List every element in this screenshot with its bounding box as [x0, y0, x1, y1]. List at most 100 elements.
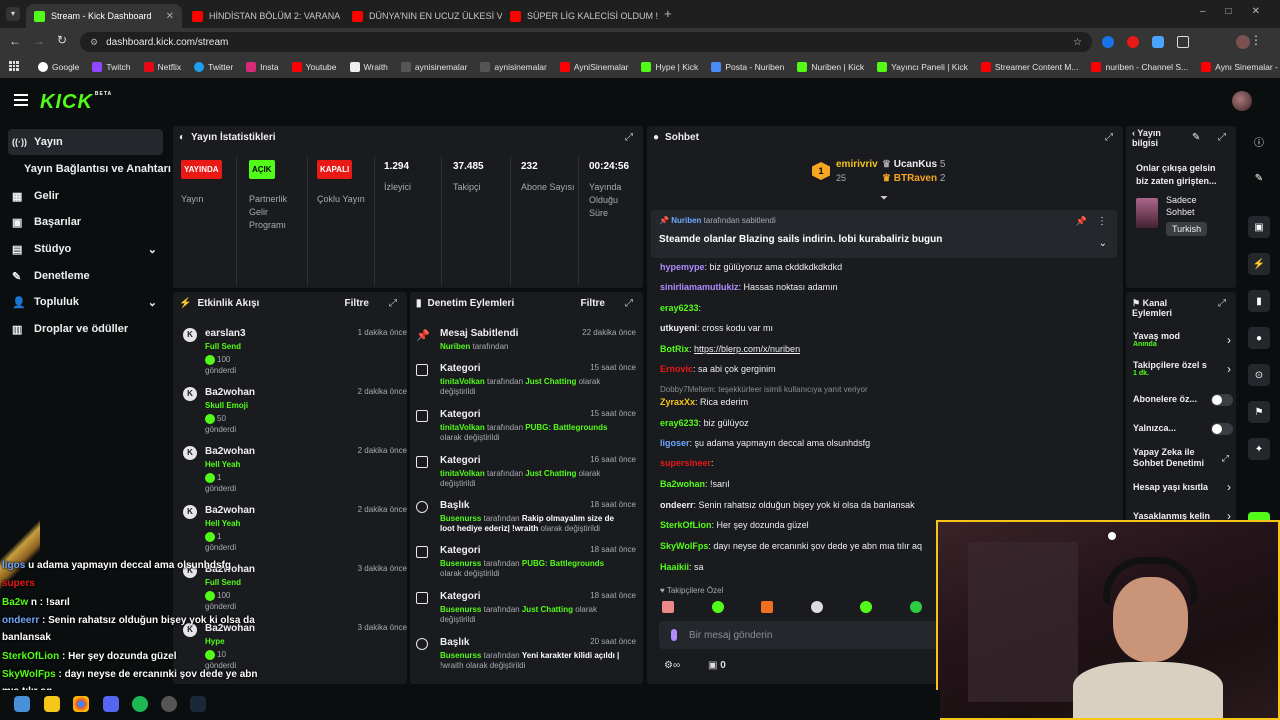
chat-username[interactable]: sinirliamamutlukiz — [660, 282, 739, 292]
bookmark[interactable]: Posta - Nuriben — [711, 62, 784, 72]
edit-icon[interactable]: ✎ — [1248, 167, 1270, 189]
edit-icon[interactable]: ✎ — [1192, 132, 1200, 143]
emote-icon[interactable] — [860, 601, 873, 613]
tab-kick-dashboard[interactable]: Stream - Kick Dashboard ✕ — [26, 4, 182, 28]
sidebar-item-gelir[interactable]: ▦ Gelir — [8, 183, 163, 209]
document-icon[interactable]: ▮ — [1248, 290, 1270, 312]
chevron-down-icon[interactable]: ⌄ — [1099, 238, 1107, 249]
filter-button[interactable]: Filtre — [345, 298, 369, 309]
expand-icon[interactable]: ⤢ — [625, 133, 635, 143]
file-explorer-icon[interactable] — [44, 696, 60, 712]
window-controls[interactable]: –□✕ — [1200, 6, 1280, 17]
bookmark[interactable]: aynisinemalar — [400, 62, 467, 72]
extension-icon[interactable] — [1127, 36, 1139, 48]
shield-icon[interactable]: ⚑ — [1248, 401, 1270, 423]
sidebar-item-basarilar[interactable]: ▣ Başarılar — [8, 209, 163, 235]
site-info-icon[interactable]: ⚙ — [90, 37, 98, 48]
sidebar-item-stream-key[interactable]: Yayın Bağlantısı ve Anahtarı — [20, 156, 175, 182]
screen-icon[interactable]: ▣ — [1248, 216, 1270, 238]
slow-mode-action[interactable]: Yavaş mod Anında › — [1133, 331, 1231, 348]
expand-icon[interactable]: ⤢ — [1218, 133, 1228, 143]
ai-moderation-action[interactable]: Yapay Zeka ile Sohbet Denetimi ⤢ — [1133, 447, 1229, 469]
bookmark[interactable]: Twitch — [92, 62, 131, 72]
bookmark[interactable]: Twitter — [194, 62, 233, 72]
close-icon[interactable]: ✕ — [166, 11, 174, 22]
chat-username[interactable]: Ernovic — [660, 364, 693, 374]
chat-username[interactable]: utkuyeni — [660, 323, 697, 333]
expand-icon[interactable]: ⤢ — [389, 299, 399, 309]
bookmark[interactable]: aynisinemalar — [480, 62, 547, 72]
broadcast-icon[interactable]: ⊙ — [1248, 364, 1270, 386]
new-tab-icon[interactable]: + — [664, 6, 672, 21]
emote-icon[interactable] — [662, 601, 674, 613]
expand-icon[interactable]: ⤢ — [625, 299, 635, 309]
sidebar-item-yayin[interactable]: ((·)) Yayın — [8, 129, 163, 155]
reload-icon[interactable]: ↻ — [57, 33, 67, 47]
bookmark[interactable]: AyniSinemalar — [559, 62, 628, 72]
collapse-chevron-icon[interactable]: ⏷ — [880, 193, 888, 204]
chrome-icon[interactable] — [73, 696, 89, 712]
address-bar[interactable]: ⚙ dashboard.kick.com/stream ☆ — [80, 32, 1092, 52]
bookmark[interactable]: Wraith — [349, 62, 388, 72]
more-options-icon[interactable]: ⋮ — [1097, 216, 1107, 227]
wrench-icon[interactable]: ✦ — [1248, 438, 1270, 460]
chat-username[interactable]: hypemype — [660, 262, 705, 272]
sidebar-item-studyo[interactable]: ▤ Stüdyo ⌄ — [8, 236, 163, 262]
chat-username[interactable]: BotRix — [660, 344, 689, 354]
tab-search-icon[interactable]: ▾ — [6, 7, 20, 21]
tab-youtube-2[interactable]: DÜNYA'NIN EN UCUZ ÜLKESİ V✕ — [344, 4, 502, 28]
bookmark[interactable]: Hype | Kick — [641, 62, 698, 72]
chat-settings-icon[interactable]: ⚙∞ — [664, 660, 680, 671]
apps-grid-icon[interactable] — [9, 61, 19, 71]
app-icon[interactable] — [161, 696, 177, 712]
chat-username[interactable]: ligoser — [660, 438, 690, 448]
leaderboard-user[interactable]: ♛ UcanKus 5 — [882, 159, 945, 170]
tab-youtube-3[interactable]: SÜPER LİG KALECİSİ OLDUM ! |✕ — [502, 4, 660, 28]
filter-button[interactable]: Filtre — [581, 298, 605, 309]
chat-username[interactable]: Haaikii — [660, 562, 689, 572]
chat-username[interactable]: SterkOfLion — [660, 520, 712, 530]
subscribers-only-action[interactable]: Abonelere öz... — [1133, 394, 1233, 406]
bookmark[interactable]: Nuriben | Kick — [797, 62, 864, 72]
chat-username[interactable]: eray6233 — [660, 418, 699, 428]
unpin-icon[interactable]: 📌 — [1076, 216, 1087, 227]
extension-icon[interactable] — [1152, 36, 1164, 48]
account-age-action[interactable]: Hesap yaşı kısıtla › — [1133, 480, 1231, 494]
extension-icon[interactable] — [1102, 36, 1114, 48]
bookmark[interactable]: Streamer Content M... — [980, 62, 1078, 72]
profile-avatar[interactable] — [1236, 35, 1250, 49]
sidebar-item-topluluk[interactable]: 👤 Topluluk ⌄ — [8, 289, 163, 315]
sidebar-item-droplar[interactable]: ▥ Droplar ve ödüller — [8, 316, 163, 342]
tab-youtube-1[interactable]: HİNDİSTAN BÖLÜM 2: VARANA✕ — [184, 4, 342, 28]
user-avatar[interactable] — [1232, 91, 1252, 111]
steam-icon[interactable] — [190, 696, 206, 712]
menu-icon[interactable]: ⋮ — [1250, 33, 1262, 47]
bookmark[interactable]: Aynı Sinemalar - Ça... — [1201, 62, 1280, 72]
followers-only-action[interactable]: Takipçilere özel s1 dk. › — [1133, 360, 1231, 377]
start-icon[interactable] — [14, 696, 30, 712]
bookmark[interactable]: Google — [38, 62, 79, 72]
bookmark[interactable]: Netflix — [143, 62, 181, 72]
emote-icon[interactable] — [711, 601, 724, 613]
category-label[interactable]: Sadece Sohbet — [1166, 194, 1226, 218]
back-icon[interactable]: ← — [9, 34, 21, 48]
hamburger-menu-icon[interactable] — [14, 94, 28, 106]
chat-bubble-icon[interactable]: ● — [1248, 327, 1270, 349]
bookmark[interactable]: Yayıncı Paneli | Kick — [877, 62, 968, 72]
leaderboard-user[interactable]: emirivriv — [836, 159, 878, 170]
chat-username[interactable]: Ba2wohan — [660, 479, 705, 489]
toggle-switch[interactable] — [1211, 394, 1233, 406]
emote-icon[interactable] — [909, 601, 922, 613]
channel-points[interactable]: ▣ 0 — [708, 660, 726, 671]
leaderboard-user[interactable]: ♛ BTRaven 2 — [882, 173, 945, 184]
kick-logo[interactable]: KICK BETA — [40, 91, 112, 114]
extensions-puzzle-icon[interactable] — [1177, 36, 1189, 48]
lightning-icon[interactable]: ⚡ — [1248, 253, 1270, 275]
info-icon[interactable]: ⓘ — [1248, 130, 1270, 152]
chat-username[interactable]: ondeerr — [660, 500, 694, 510]
emotes-only-action[interactable]: Yalnızca... — [1133, 423, 1233, 435]
emote-icon[interactable] — [810, 601, 823, 613]
bookmark[interactable]: nuriben - Channel S... — [1091, 62, 1188, 72]
bookmark[interactable]: Insta — [246, 62, 279, 72]
discord-icon[interactable] — [103, 696, 119, 712]
